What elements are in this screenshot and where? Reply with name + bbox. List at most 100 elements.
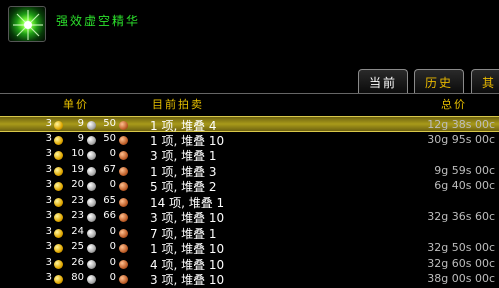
silver-coin-icon [87, 121, 96, 130]
gold-amount: 3 [45, 210, 52, 221]
gold-coin-icon [54, 121, 63, 130]
tab-current-label: 当前 [369, 76, 398, 90]
unit-price: 3 25 0 [0, 241, 132, 255]
gold-coin-icon [54, 259, 63, 269]
copper-amount: 67 [103, 163, 116, 175]
silver-amount: 26 [71, 256, 84, 268]
copper-amount: 0 [109, 256, 116, 268]
gold-coin-icon [54, 182, 63, 191]
auction-quantity: 3 项, 堆叠 10 [150, 273, 225, 287]
unit-price: 3 10 0 [0, 148, 132, 162]
auction-row[interactable]: 3 19 67 1 项, 堆叠 3 9g 59s 00c [0, 163, 499, 179]
silver-coin-icon [87, 135, 96, 145]
auction-row[interactable]: 3 23 66 3 项, 堆叠 10 32g 36s 60c [0, 209, 499, 225]
total-price: 32g 60s 00c [427, 256, 495, 270]
silver-coin-icon [87, 275, 96, 284]
gold-coin-icon [54, 275, 63, 284]
total-price: 32g 36s 60c [427, 210, 495, 223]
gold-amount: 3 [45, 118, 52, 129]
auction-row[interactable]: 3 9 50 1 项, 堆叠 4 12g 38s 00c [0, 116, 499, 133]
copper-amount: 66 [103, 210, 116, 221]
auction-row[interactable]: 3 10 0 3 项, 堆叠 1 [0, 147, 499, 163]
gold-amount: 3 [45, 256, 52, 268]
silver-amount: 9 [77, 132, 84, 144]
auction-row[interactable]: 3 9 50 1 项, 堆叠 10 30g 95s 00c [0, 132, 499, 148]
copper-coin-icon [119, 151, 128, 160]
copper-coin-icon [119, 121, 128, 130]
gold-amount: 3 [45, 241, 52, 252]
total-price: 6g 40s 00c [434, 179, 495, 192]
auction-quantity: 3 项, 堆叠 10 [150, 211, 225, 225]
copper-amount: 0 [109, 148, 116, 159]
copper-coin-icon [119, 197, 128, 207]
silver-coin-icon [87, 244, 96, 253]
tab-history[interactable]: 历史 [414, 69, 464, 94]
copper-amount: 0 [109, 179, 116, 190]
gold-coin-icon [54, 197, 63, 207]
silver-amount: 25 [71, 241, 84, 252]
tab-other[interactable]: 其 [471, 69, 499, 94]
copper-amount: 0 [109, 241, 116, 252]
gold-amount: 3 [45, 179, 52, 190]
silver-amount: 20 [71, 179, 84, 190]
copper-coin-icon [119, 166, 128, 176]
tab-divider [0, 93, 499, 94]
silver-coin-icon [87, 182, 96, 191]
auction-row[interactable]: 3 26 0 4 项, 堆叠 10 32g 60s 00c [0, 256, 499, 272]
copper-coin-icon [119, 135, 128, 145]
silver-coin-icon [87, 166, 96, 176]
column-header-total-price[interactable]: 总价 [441, 96, 467, 112]
gold-amount: 3 [45, 194, 52, 206]
total-price: 12g 38s 00c [427, 118, 495, 131]
auction-quantity: 1 项, 堆叠 10 [150, 242, 225, 256]
gold-coin-icon [54, 135, 63, 145]
unit-price: 3 20 0 [0, 179, 132, 193]
total-price: 30g 95s 00c [427, 132, 495, 146]
copper-amount: 65 [103, 194, 116, 206]
silver-coin-icon [87, 259, 96, 269]
auction-list: 3 9 50 1 项, 堆叠 4 12g 38s 00c 3 9 50 1 项, 堆叠 10 30… [0, 116, 499, 287]
total-price: 38g 00s 00c [427, 272, 495, 285]
auction-quantity: 3 项, 堆叠 1 [150, 149, 217, 163]
copper-amount: 50 [103, 132, 116, 144]
silver-amount: 23 [71, 194, 84, 206]
unit-price: 3 23 65 [0, 195, 132, 209]
gold-coin-icon [54, 151, 63, 160]
tab-other-label: 其 [482, 76, 497, 90]
copper-coin-icon [119, 213, 128, 222]
auction-row[interactable]: 3 24 0 7 项, 堆叠 1 [0, 225, 499, 241]
auction-row[interactable]: 3 80 0 3 项, 堆叠 10 38g 00s 00c [0, 271, 499, 287]
copper-coin-icon [119, 275, 128, 284]
auction-row[interactable]: 3 23 65 14 项, 堆叠 1 [0, 194, 499, 210]
column-header-current-auctions[interactable]: 目前拍卖 [152, 96, 204, 112]
silver-amount: 23 [71, 210, 84, 221]
auction-row[interactable]: 3 25 0 1 项, 堆叠 10 32g 50s 00c [0, 240, 499, 256]
auction-quantity: 7 项, 堆叠 1 [150, 226, 217, 241]
total-price: 9g 59s 00c [434, 163, 495, 177]
tab-current[interactable]: 当前 [358, 69, 408, 94]
column-header-unit-price[interactable]: 单价 [63, 96, 89, 112]
auction-row[interactable]: 3 20 0 5 项, 堆叠 2 6g 40s 00c [0, 178, 499, 194]
silver-amount: 10 [71, 148, 84, 159]
void-essence-icon[interactable] [8, 6, 46, 42]
unit-price: 3 26 0 [0, 257, 132, 271]
gold-amount: 3 [45, 225, 52, 237]
gold-coin-icon [54, 244, 63, 253]
gold-coin-icon [54, 213, 63, 222]
auction-quantity: 14 项, 堆叠 1 [150, 195, 225, 210]
silver-coin-icon [87, 197, 96, 207]
auction-quantity: 1 项, 堆叠 10 [150, 133, 225, 148]
silver-amount: 24 [71, 225, 84, 237]
silver-coin-icon [87, 151, 96, 160]
gold-coin-icon [54, 228, 63, 238]
unit-price: 3 9 50 [0, 133, 132, 147]
copper-coin-icon [119, 259, 128, 269]
unit-price: 3 23 66 [0, 210, 132, 224]
copper-coin-icon [119, 182, 128, 191]
copper-coin-icon [119, 228, 128, 238]
tab-history-label: 历史 [425, 76, 454, 90]
gold-coin-icon [54, 166, 63, 176]
total-price: 32g 50s 00c [427, 241, 495, 254]
silver-coin-icon [87, 213, 96, 222]
item-name: 强效虚空精华 [56, 14, 141, 28]
